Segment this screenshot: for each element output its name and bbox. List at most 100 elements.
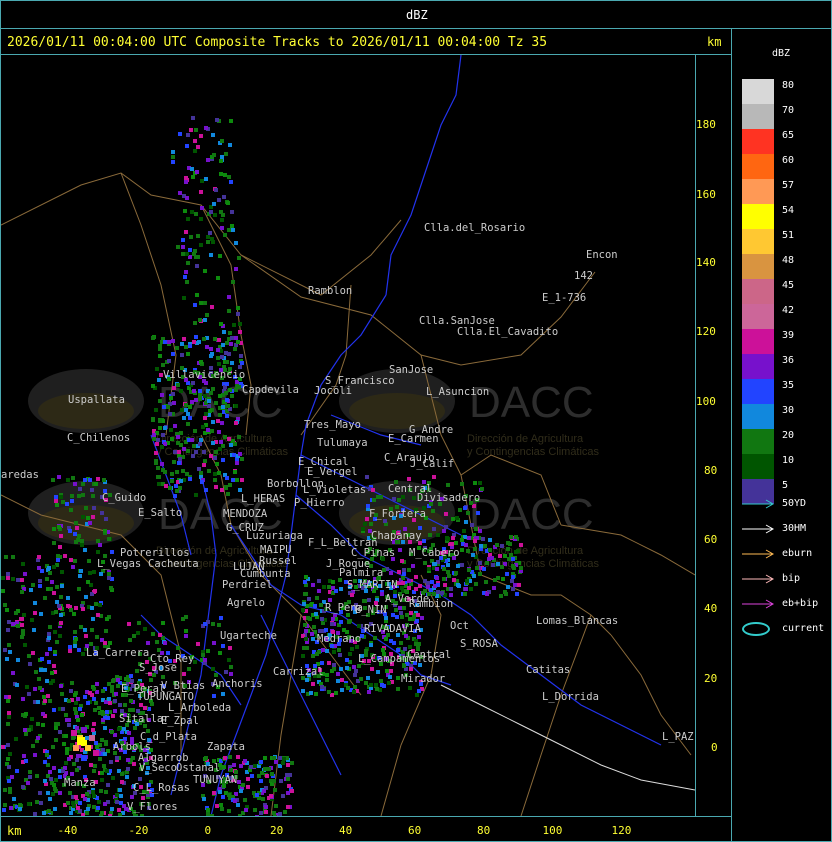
- y-axis: 180 160 140 120 100 80 60 40 20 0: [695, 54, 732, 817]
- track-arrow-icon: [742, 599, 775, 609]
- track-arrow-icon: [742, 499, 775, 509]
- place-label: La_Carrera: [86, 647, 149, 659]
- place-label: RIVADAVIA: [364, 623, 422, 635]
- radar-canvas[interactable]: DACC Dirección de Agriculturay Contingenc…: [1, 55, 695, 816]
- place-label: 142: [574, 270, 593, 282]
- place-label: S_MARTIN: [347, 579, 398, 591]
- legend-swatch: [742, 254, 774, 279]
- place-label: S_Jose: [139, 662, 177, 674]
- legend-swatch: [742, 329, 774, 354]
- place-label: C_Guido: [102, 492, 146, 504]
- y-tick-label: 40: [704, 602, 718, 615]
- place-label: Tulumaya: [317, 437, 368, 449]
- place-label: L_Vegas: [97, 558, 141, 570]
- place-label: Perdriel: [222, 579, 273, 591]
- place-label: Anchoris: [212, 678, 263, 690]
- y-tick-label: 120: [696, 325, 716, 338]
- place-label: L_PAZ: [662, 731, 694, 743]
- page-title: 2026/01/11 00:04:00 UTC Composite Tracks…: [7, 35, 548, 50]
- place-label: MENDOZA: [223, 508, 268, 520]
- legend-value: 70: [782, 105, 795, 116]
- legend-swatch: [742, 279, 774, 304]
- x-tick-label: 20: [270, 824, 284, 837]
- watermark-brand: DACC: [469, 490, 594, 539]
- place-label: aredas: [1, 469, 39, 481]
- legend-swatch: [742, 204, 774, 229]
- place-label: Uspallata: [68, 394, 125, 406]
- radar-map[interactable]: DACC Dirección de Agricultura y Contingenc…: [0, 54, 696, 817]
- place-label: Chapanay: [371, 530, 422, 542]
- place-label: P_Hierro: [294, 497, 345, 509]
- place-label: Clla.El_Cavadito: [457, 326, 558, 338]
- x-tick-label: 120: [611, 824, 632, 837]
- place-label: Cacheuta: [148, 558, 199, 570]
- watermark-line1: Dirección de Agricultura: [467, 433, 584, 445]
- place-label: E_Salto: [138, 507, 182, 519]
- legend-value: 20: [782, 430, 795, 441]
- track-label: eb+bip: [782, 598, 819, 609]
- legend-swatch: [742, 129, 774, 154]
- place-label: Clla.del_Rosario: [424, 222, 525, 234]
- place-label: Zapata: [207, 741, 245, 753]
- title-bar: 2026/01/11 00:04:00 UTC Composite Tracks…: [0, 28, 732, 55]
- km-label-top: km: [707, 35, 722, 49]
- legend-swatch: [742, 304, 774, 329]
- watermark-line2: y Contingencias Climáticas: [467, 446, 600, 458]
- track-label: eburn: [782, 548, 813, 559]
- track-label: 30HM: [782, 523, 807, 534]
- place-label: Tres_Mayo: [304, 419, 361, 431]
- place-label: Palmira: [339, 567, 383, 579]
- place-label: M_Cabero: [409, 547, 460, 559]
- x-tick-label: -40: [57, 824, 78, 837]
- place-label: Capdevila: [242, 384, 299, 396]
- track-arrow-icon: [742, 524, 775, 534]
- road-line: [385, 55, 462, 296]
- place-label: L_Violetas: [303, 484, 366, 496]
- place-label: E_Zpal: [161, 715, 199, 727]
- place-label: Oct: [450, 620, 469, 632]
- x-axis: km -40 -20 0 20 40 60 80 100 120: [0, 816, 732, 842]
- place-label: S_ROSA: [460, 638, 499, 650]
- place-label: Divisadero: [417, 492, 480, 504]
- place-label: L_Dorrida: [542, 691, 599, 703]
- place-label: L_Asuncion: [426, 386, 489, 398]
- y-tick-label: 160: [696, 188, 716, 201]
- legend-value: 48: [782, 255, 795, 266]
- place-label: Luzuriaga: [246, 530, 303, 542]
- legend-value: 39: [782, 330, 795, 341]
- x-tick-label: -20: [128, 824, 149, 837]
- place-label: V_Flores: [127, 801, 178, 813]
- y-tick-label: 140: [696, 256, 716, 269]
- legend-value: 65: [782, 130, 795, 141]
- legend-unit: dBZ: [772, 48, 791, 59]
- track-arrow-icon: [742, 549, 775, 559]
- legend-swatch: [742, 154, 774, 179]
- place-label: Ramblon: [308, 285, 352, 297]
- place-label: Rambion: [409, 598, 453, 610]
- legend-swatch: [742, 79, 774, 104]
- place-label: E_Carmen: [388, 433, 439, 445]
- x-tick-label: 40: [339, 824, 353, 837]
- place-label: Villavicencio: [163, 369, 245, 381]
- place-label: C_Chilenos: [67, 432, 130, 444]
- x-tick-label: 60: [408, 824, 422, 837]
- place-label: Catitas: [526, 664, 570, 676]
- place-label: TUNUYAN: [193, 774, 237, 786]
- legend-swatch: [742, 404, 774, 429]
- x-tick-label: 80: [477, 824, 491, 837]
- place-label: V_Seco: [139, 762, 177, 774]
- x-tick-label: 0: [204, 824, 212, 837]
- legend-value: 10: [782, 455, 795, 466]
- legend-value: 54: [782, 205, 795, 216]
- legend-swatch: [742, 179, 774, 204]
- place-label: SanJose: [389, 364, 433, 376]
- legend-value: 36: [782, 355, 795, 366]
- top-bar: dBZ: [0, 0, 832, 29]
- track-label: 50YD: [782, 498, 807, 509]
- y-tick-label: 100: [696, 395, 716, 408]
- boundary-line: [240, 254, 596, 366]
- track-arrow-icon: [742, 574, 775, 584]
- legend-swatch: [742, 454, 774, 479]
- y-tick-label: 60: [704, 533, 718, 546]
- place-label: Medrano: [317, 633, 361, 645]
